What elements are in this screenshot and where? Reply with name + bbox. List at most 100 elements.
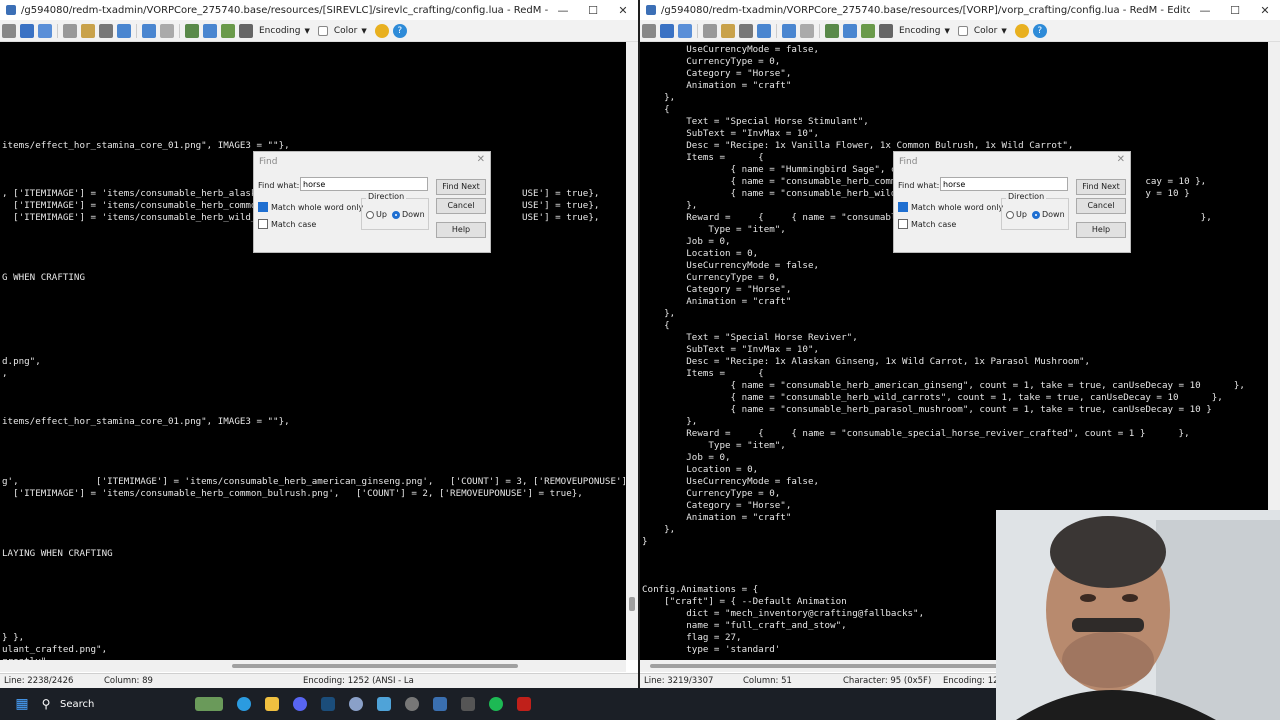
- chevron-down-icon[interactable]: ▼: [304, 27, 309, 35]
- app-icon[interactable]: [377, 697, 391, 711]
- windows-start-icon[interactable]: ▦: [14, 696, 30, 712]
- app-icon[interactable]: [349, 697, 363, 711]
- redo-icon[interactable]: [800, 23, 814, 38]
- find-next-icon[interactable]: [221, 23, 235, 38]
- file-explorer-icon[interactable]: [265, 697, 279, 711]
- spotify-icon[interactable]: [489, 697, 503, 711]
- status-column: Column: 51: [743, 676, 792, 686]
- scrollbar-thumb[interactable]: [232, 664, 518, 668]
- checkbox-unchecked-icon[interactable]: [898, 219, 908, 229]
- direction-down-radio[interactable]: Down: [392, 210, 425, 219]
- gear-icon[interactable]: [374, 23, 389, 38]
- encoding-menu[interactable]: Encoding: [899, 26, 940, 36]
- replace-icon[interactable]: [843, 23, 857, 38]
- copy-icon[interactable]: [63, 23, 77, 38]
- encoding-menu[interactable]: Encoding: [259, 26, 300, 36]
- scrollbar-thumb[interactable]: [650, 664, 1050, 668]
- code-editor[interactable]: items/effect_hor_stamina_core_01.png", I…: [0, 42, 626, 660]
- find-next-button[interactable]: Find Next: [1076, 179, 1126, 195]
- redo-icon[interactable]: [160, 23, 174, 38]
- editor-toolbar: Encoding ▼ Color ▼ ?: [0, 20, 638, 42]
- discord-icon[interactable]: [293, 697, 307, 711]
- radio-on-icon[interactable]: [1032, 210, 1040, 219]
- save-icon[interactable]: [2, 23, 16, 38]
- match-whole-word-checkbox[interactable]: Match whole word only: [898, 202, 1003, 212]
- reload-icon[interactable]: [678, 23, 692, 38]
- select-all-icon[interactable]: [757, 23, 771, 38]
- radio-off-icon[interactable]: [366, 210, 374, 219]
- save-all-icon[interactable]: [660, 23, 674, 38]
- help-icon[interactable]: ?: [392, 23, 407, 38]
- direction-group: Direction Up Down: [1001, 192, 1069, 230]
- radio-off-icon[interactable]: [1006, 210, 1014, 219]
- cut-icon[interactable]: [739, 23, 753, 38]
- goto-line-icon[interactable]: [879, 23, 893, 38]
- edge-icon[interactable]: [237, 697, 251, 711]
- undo-icon[interactable]: [142, 23, 156, 38]
- minimize-icon[interactable]: —: [548, 4, 578, 17]
- steam-icon[interactable]: [321, 697, 335, 711]
- app-icon[interactable]: [405, 697, 419, 711]
- undo-icon[interactable]: [782, 23, 796, 38]
- match-case-checkbox[interactable]: Match case: [898, 219, 956, 229]
- find-next-button[interactable]: Find Next: [436, 179, 486, 195]
- direction-up-radio[interactable]: Up: [366, 210, 387, 219]
- vertical-scrollbar[interactable]: [626, 42, 638, 660]
- select-all-icon[interactable]: [117, 23, 131, 38]
- copy-icon[interactable]: [703, 23, 717, 38]
- match-whole-word-checkbox[interactable]: Match whole word only: [258, 202, 363, 212]
- find-input[interactable]: [940, 177, 1068, 191]
- color-menu[interactable]: Color: [334, 26, 358, 36]
- close-icon[interactable]: ✕: [477, 154, 485, 165]
- title-bar[interactable]: /g594080/redm-txadmin/VORPCore_275740.ba…: [0, 0, 638, 20]
- redm-icon[interactable]: [517, 697, 531, 711]
- horizontal-scrollbar[interactable]: [0, 660, 626, 672]
- paste-icon[interactable]: [81, 23, 95, 38]
- close-icon[interactable]: ✕: [608, 4, 638, 17]
- chevron-down-icon[interactable]: ▼: [944, 27, 949, 35]
- cut-icon[interactable]: [99, 23, 113, 38]
- checkbox-unchecked-icon[interactable]: [258, 219, 268, 229]
- minimize-icon[interactable]: —: [1190, 4, 1220, 17]
- maximize-icon[interactable]: ☐: [1220, 4, 1250, 17]
- code-text[interactable]: items/effect_hor_stamina_core_01.png", I…: [2, 44, 626, 660]
- find-icon[interactable]: [825, 23, 839, 38]
- color-swatch-icon[interactable]: [317, 25, 328, 36]
- toolbar-separator: [819, 23, 820, 38]
- radio-on-icon[interactable]: [392, 210, 400, 219]
- checkbox-checked-icon[interactable]: [258, 202, 268, 212]
- save-all-icon[interactable]: [20, 23, 34, 38]
- scrollbar-thumb[interactable]: [629, 597, 635, 611]
- cancel-button[interactable]: Cancel: [436, 198, 486, 214]
- status-line: Line: 2238/2426: [4, 676, 74, 686]
- direction-up-radio[interactable]: Up: [1006, 210, 1027, 219]
- checkbox-checked-icon[interactable]: [898, 202, 908, 212]
- title-bar[interactable]: /g594080/redm-txadmin/VORPCore_275740.ba…: [640, 0, 1280, 20]
- winscp-icon[interactable]: [433, 697, 447, 711]
- color-swatch-icon[interactable]: [957, 25, 968, 36]
- find-input[interactable]: [300, 177, 428, 191]
- save-icon[interactable]: [642, 23, 656, 38]
- color-menu[interactable]: Color: [974, 26, 998, 36]
- paste-icon[interactable]: [721, 23, 735, 38]
- gear-icon[interactable]: [1014, 23, 1029, 38]
- app-icon[interactable]: [461, 697, 475, 711]
- chevron-down-icon[interactable]: ▼: [361, 27, 366, 35]
- match-case-checkbox[interactable]: Match case: [258, 219, 316, 229]
- help-button[interactable]: Help: [1076, 222, 1126, 238]
- find-icon[interactable]: [185, 23, 199, 38]
- find-next-icon[interactable]: [861, 23, 875, 38]
- reload-icon[interactable]: [38, 23, 52, 38]
- cancel-button[interactable]: Cancel: [1076, 198, 1126, 214]
- close-icon[interactable]: ✕: [1250, 4, 1280, 17]
- maximize-icon[interactable]: ☐: [578, 4, 608, 17]
- help-button[interactable]: Help: [436, 222, 486, 238]
- chevron-down-icon[interactable]: ▼: [1001, 27, 1006, 35]
- direction-down-radio[interactable]: Down: [1032, 210, 1065, 219]
- close-icon[interactable]: ✕: [1117, 154, 1125, 165]
- widget-icon[interactable]: [195, 697, 223, 711]
- replace-icon[interactable]: [203, 23, 217, 38]
- help-icon[interactable]: ?: [1032, 23, 1047, 38]
- taskbar-search[interactable]: ⚲ Search: [38, 692, 188, 716]
- goto-line-icon[interactable]: [239, 23, 253, 38]
